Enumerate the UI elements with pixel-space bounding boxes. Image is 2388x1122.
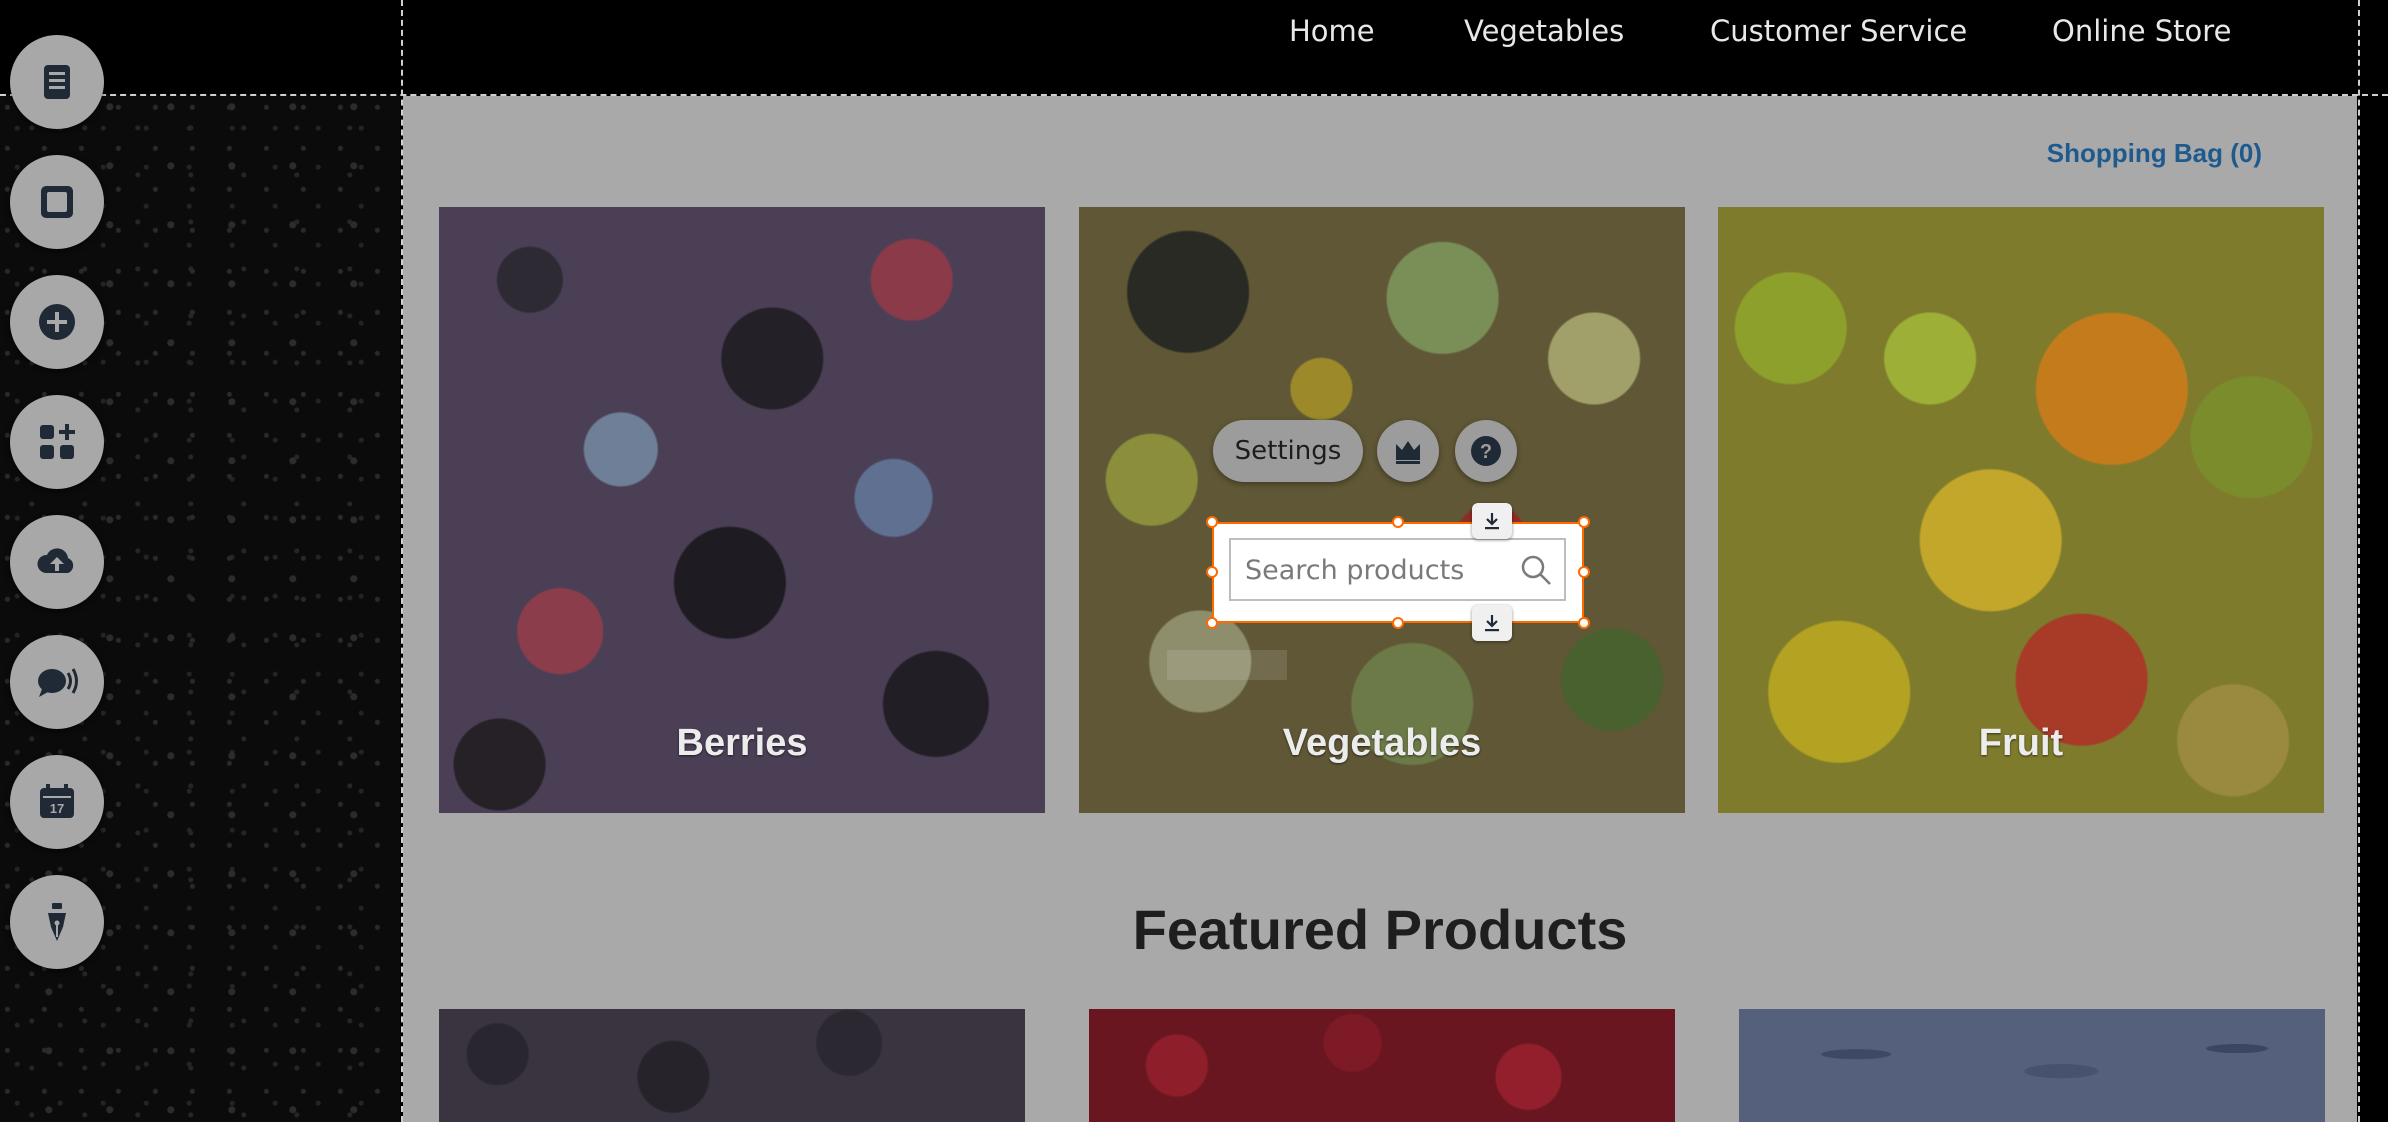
- crown-icon: [1396, 441, 1420, 464]
- apps-icon: [40, 424, 75, 459]
- resize-handle-right[interactable]: [1578, 566, 1590, 578]
- search-input[interactable]: [1245, 552, 1505, 588]
- product-image-cranberries[interactable]: [1089, 1009, 1675, 1122]
- category-tile-fruit[interactable]: Fruit: [1718, 207, 2324, 813]
- nav-customer-service[interactable]: Customer Service: [1710, 14, 1967, 48]
- guide-line-horizontal: [0, 94, 2388, 96]
- calendar-icon: 17: [40, 784, 74, 818]
- apps-button[interactable]: [10, 395, 104, 489]
- nav-home[interactable]: Home: [1289, 14, 1375, 48]
- box-button[interactable]: [10, 155, 104, 249]
- pen-nib-icon: [48, 903, 66, 941]
- resize-handle-bottom[interactable]: [1392, 617, 1404, 629]
- search-icon[interactable]: [1518, 552, 1554, 588]
- category-tile-vegetables[interactable]: Vegetables: [1079, 207, 1685, 813]
- upload-button[interactable]: [10, 515, 104, 609]
- crown-button[interactable]: [1377, 420, 1439, 482]
- category-tile-berries[interactable]: Berries: [439, 207, 1045, 813]
- dock-top-button[interactable]: [1472, 503, 1512, 539]
- resize-handle-bottom-left[interactable]: [1206, 617, 1218, 629]
- settings-button[interactable]: Settings: [1213, 420, 1363, 482]
- chat-icon: [38, 668, 78, 697]
- resize-handle-bottom-right[interactable]: [1578, 617, 1590, 629]
- guide-line-left: [401, 0, 403, 1122]
- top-navigation: Home Vegetables Customer Service Online …: [402, 0, 2358, 94]
- download-icon: [1485, 615, 1499, 632]
- category-label: Fruit: [1978, 722, 2064, 764]
- pages-button[interactable]: [10, 35, 104, 129]
- calendar-button[interactable]: 17: [10, 755, 104, 849]
- chat-button[interactable]: [10, 635, 104, 729]
- download-icon: [1485, 513, 1499, 530]
- featured-products-heading: Featured Products: [1132, 898, 1628, 961]
- category-label: Berries: [676, 722, 808, 764]
- calendar-day: 17: [50, 801, 64, 816]
- resize-handle-top-right[interactable]: [1578, 516, 1590, 528]
- help-button[interactable]: ?: [1455, 420, 1517, 482]
- resize-handle-top[interactable]: [1392, 516, 1404, 528]
- drag-ghost: [1167, 650, 1287, 680]
- search-widget[interactable]: [1229, 538, 1566, 601]
- category-label: Vegetables: [1282, 722, 1482, 764]
- product-image-blackberries[interactable]: [439, 1009, 1025, 1122]
- guide-line-right: [2358, 0, 2360, 1122]
- pen-button[interactable]: [10, 875, 104, 969]
- add-icon: [39, 304, 75, 340]
- box-icon: [41, 186, 73, 218]
- svg-text:?: ?: [1480, 441, 1492, 463]
- resize-handle-top-left[interactable]: [1206, 516, 1218, 528]
- nav-online-store[interactable]: Online Store: [2052, 14, 2231, 48]
- pages-icon: [44, 65, 70, 99]
- help-icon: ?: [1471, 436, 1501, 466]
- nav-vegetables[interactable]: Vegetables: [1464, 14, 1624, 48]
- shopping-bag-link[interactable]: Shopping Bag (0): [2047, 138, 2262, 169]
- product-image-blueberries[interactable]: [1739, 1009, 2325, 1122]
- add-element-button[interactable]: [10, 275, 104, 369]
- resize-handle-left[interactable]: [1206, 566, 1218, 578]
- dock-bottom-button[interactable]: [1472, 605, 1512, 641]
- upload-cloud-icon: [37, 548, 74, 573]
